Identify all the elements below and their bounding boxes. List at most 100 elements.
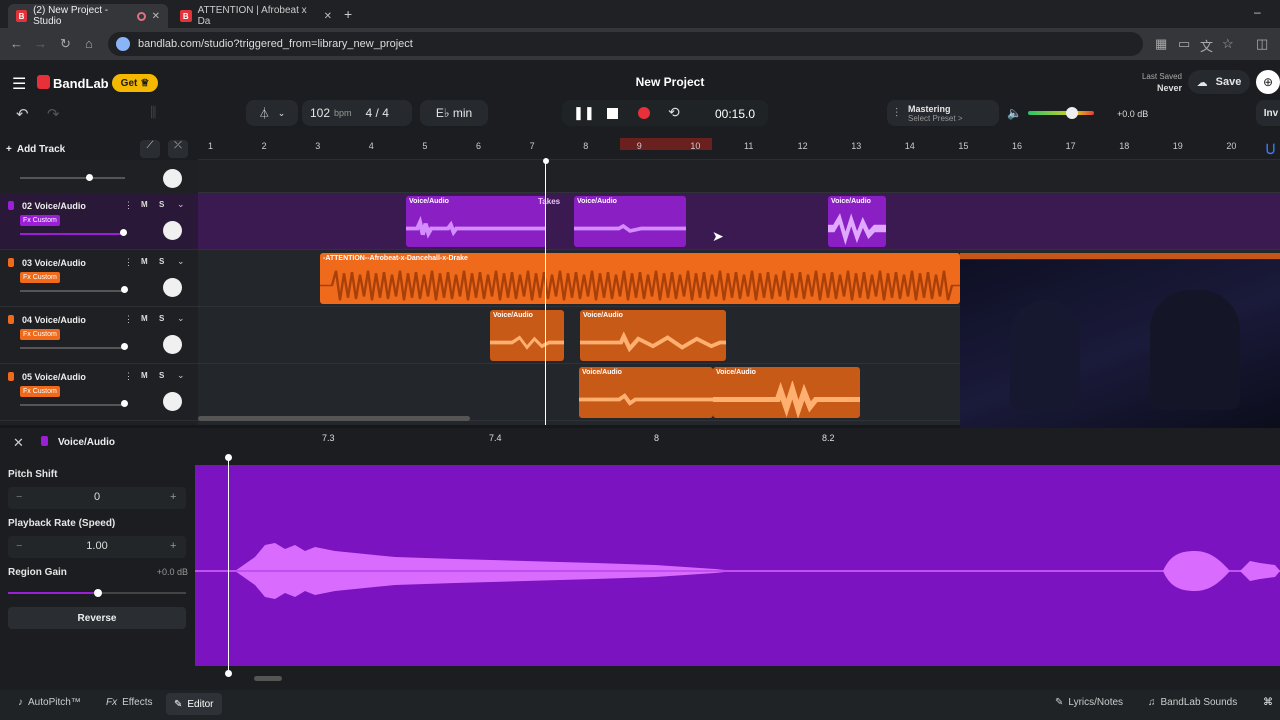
loop-button[interactable]: ⟲ bbox=[668, 104, 680, 121]
track-header-05[interactable]: 05 Voice/Audio Fx Custom ⋮ M S ⌄ bbox=[0, 364, 198, 421]
fx-badge[interactable]: Fx Custom bbox=[20, 329, 60, 340]
audio-clip[interactable]: Voice/Audio bbox=[828, 196, 886, 247]
chevron-down-icon[interactable]: ⌄ bbox=[177, 313, 185, 324]
home-icon[interactable]: ⌂ bbox=[85, 36, 93, 51]
browser-tab-studio[interactable]: B (2) New Project - Studio ✕ bbox=[8, 4, 168, 28]
mastering-button[interactable]: ⫶ Mastering Select Preset > bbox=[887, 100, 999, 126]
more-options-icon[interactable]: ⋮ bbox=[124, 314, 133, 325]
track-name[interactable]: 05 Voice/Audio bbox=[22, 372, 86, 382]
more-options-icon[interactable]: ⋮ bbox=[124, 200, 133, 211]
audio-clip[interactable]: Voice/Audio bbox=[490, 310, 564, 361]
volume-knob[interactable] bbox=[120, 229, 127, 236]
playhead[interactable] bbox=[545, 160, 546, 425]
pitch-shift-value[interactable]: 0 bbox=[8, 491, 186, 503]
solo-button[interactable]: S bbox=[159, 200, 164, 209]
master-volume-slider[interactable] bbox=[1028, 111, 1094, 115]
fx-badge[interactable]: Fx Custom bbox=[20, 386, 60, 397]
project-title[interactable]: New Project bbox=[0, 75, 1280, 89]
playback-rate-stepper[interactable]: − 1.00 + bbox=[8, 536, 186, 558]
tempo-value[interactable]: 102 bbox=[310, 106, 330, 120]
metronome-button[interactable]: ⏃ ⌄ bbox=[246, 100, 298, 126]
reverse-button[interactable]: Reverse bbox=[8, 607, 186, 629]
region-gain-knob[interactable] bbox=[94, 589, 102, 597]
new-tab-button[interactable]: + bbox=[344, 6, 352, 22]
collapse-tracks-icon[interactable]: ⤫ bbox=[168, 140, 188, 158]
automation-icon[interactable]: ⟋ bbox=[140, 140, 160, 158]
audio-clip[interactable]: Voice/Audio bbox=[713, 367, 860, 418]
save-button[interactable]: ☁ Save bbox=[1188, 70, 1250, 94]
browser-tab-attention[interactable]: B ATTENTION | Afrobeat x Da ✕ bbox=[172, 4, 340, 28]
timeline-ruler[interactable]: 1 2 3 4 5 6 7 8 9 10 11 12 13 14 15 16 17 18 19 20 ⋃ bbox=[198, 138, 1280, 160]
undo-icon[interactable]: ↶ bbox=[16, 105, 29, 123]
globe-icon[interactable]: ⊕ bbox=[1256, 70, 1280, 94]
volume-knob[interactable] bbox=[1066, 107, 1078, 119]
editor-playhead-handle[interactable] bbox=[225, 670, 232, 677]
audio-clip[interactable]: Voice/Audio bbox=[579, 367, 713, 418]
track-name[interactable]: 02 Voice/Audio bbox=[22, 201, 86, 211]
time-signature[interactable]: 4 / 4 bbox=[366, 106, 389, 120]
editor-tab-button[interactable]: ✎ Editor bbox=[166, 693, 222, 715]
solo-button[interactable]: S bbox=[159, 371, 164, 380]
volume-slider[interactable] bbox=[20, 177, 125, 179]
solo-button[interactable]: S bbox=[159, 314, 164, 323]
lyrics-notes-button[interactable]: ✎ Lyrics/Notes bbox=[1055, 697, 1123, 708]
takes-label[interactable]: Takes bbox=[538, 197, 560, 206]
translate-icon[interactable]: 文 bbox=[1200, 36, 1213, 55]
track-lane-02[interactable] bbox=[198, 193, 1280, 250]
volume-slider[interactable] bbox=[20, 404, 125, 406]
increment-icon[interactable]: + bbox=[170, 540, 176, 552]
site-info-icon[interactable] bbox=[116, 37, 130, 51]
volume-slider[interactable] bbox=[20, 233, 125, 235]
audio-clip[interactable]: Voice/Audio bbox=[406, 196, 546, 247]
mute-button[interactable]: M bbox=[141, 200, 148, 209]
track-name[interactable]: 03 Voice/Audio bbox=[22, 258, 86, 268]
stop-button[interactable] bbox=[607, 108, 618, 119]
editor-playhead[interactable] bbox=[228, 458, 229, 674]
audio-clip[interactable]: -ATTENTION--Afrobeat-x-Dancehall-x-Drake bbox=[320, 253, 960, 304]
more-options-icon[interactable]: ⋮ bbox=[124, 257, 133, 268]
audio-clip[interactable]: Voice/Audio bbox=[580, 310, 726, 361]
minimize-button[interactable]: – bbox=[1254, 5, 1261, 19]
pan-knob[interactable] bbox=[163, 169, 182, 188]
audio-clip[interactable]: Voice/Audio bbox=[574, 196, 686, 247]
pan-knob[interactable] bbox=[163, 392, 182, 411]
effects-button[interactable]: Fx Effects bbox=[106, 697, 153, 708]
playback-rate-value[interactable]: 1.00 bbox=[8, 540, 186, 552]
track-header-02[interactable]: 02 Voice/Audio Fx Custom ⋮ M S ⌄ bbox=[0, 193, 198, 250]
bandlab-sounds-button[interactable]: ♫ BandLab Sounds bbox=[1148, 697, 1237, 708]
address-bar[interactable]: bandlab.com/studio?triggered_from=librar… bbox=[108, 32, 1143, 56]
editor-scrollbar[interactable] bbox=[254, 676, 282, 681]
close-editor-icon[interactable]: ✕ bbox=[13, 435, 24, 451]
extension-icon[interactable]: ▦ bbox=[1155, 36, 1167, 52]
track-lanes[interactable]: Voice/Audio Voice/Audio Takes Voice/Audi… bbox=[198, 160, 1280, 442]
settings-icon[interactable]: ⌘ bbox=[1263, 697, 1273, 708]
increment-icon[interactable]: + bbox=[170, 491, 176, 503]
sidepanel-icon[interactable]: ◫ bbox=[1256, 36, 1268, 52]
back-icon[interactable]: ← bbox=[10, 36, 23, 51]
add-track-button[interactable]: + Add Track bbox=[6, 140, 65, 158]
chevron-down-icon[interactable]: ⌄ bbox=[177, 199, 185, 210]
volume-slider[interactable] bbox=[20, 290, 125, 292]
playhead-handle[interactable] bbox=[543, 158, 549, 164]
volume-knob[interactable] bbox=[121, 286, 128, 293]
pitch-shift-stepper[interactable]: − 0 + bbox=[8, 487, 186, 509]
invite-button[interactable]: Inv bbox=[1256, 100, 1280, 126]
track-name[interactable]: 04 Voice/Audio bbox=[22, 315, 86, 325]
chevron-down-icon[interactable]: ⌄ bbox=[177, 256, 185, 267]
pan-knob[interactable] bbox=[163, 221, 182, 240]
fx-badge[interactable]: Fx Custom bbox=[20, 215, 60, 226]
track-header-03[interactable]: 03 Voice/Audio Fx Custom ⋮ M S ⌄ bbox=[0, 250, 198, 307]
mute-button[interactable]: M bbox=[141, 257, 148, 266]
tab-close-icon[interactable]: ✕ bbox=[152, 11, 160, 22]
speaker-icon[interactable]: 🔈 bbox=[1007, 106, 1022, 120]
more-options-icon[interactable]: ⋮ bbox=[124, 371, 133, 382]
editor-waveform-region[interactable] bbox=[195, 465, 1280, 666]
mixer-icon[interactable]: ⫼ bbox=[150, 104, 156, 121]
record-button[interactable] bbox=[638, 107, 650, 119]
track-lane-01[interactable] bbox=[198, 160, 1280, 193]
editor-playhead-handle[interactable] bbox=[225, 454, 232, 461]
volume-slider[interactable] bbox=[20, 347, 125, 349]
chevron-down-icon[interactable]: ⌄ bbox=[177, 370, 185, 381]
reload-icon[interactable]: ↻ bbox=[60, 36, 71, 52]
forward-icon[interactable]: → bbox=[34, 36, 47, 51]
